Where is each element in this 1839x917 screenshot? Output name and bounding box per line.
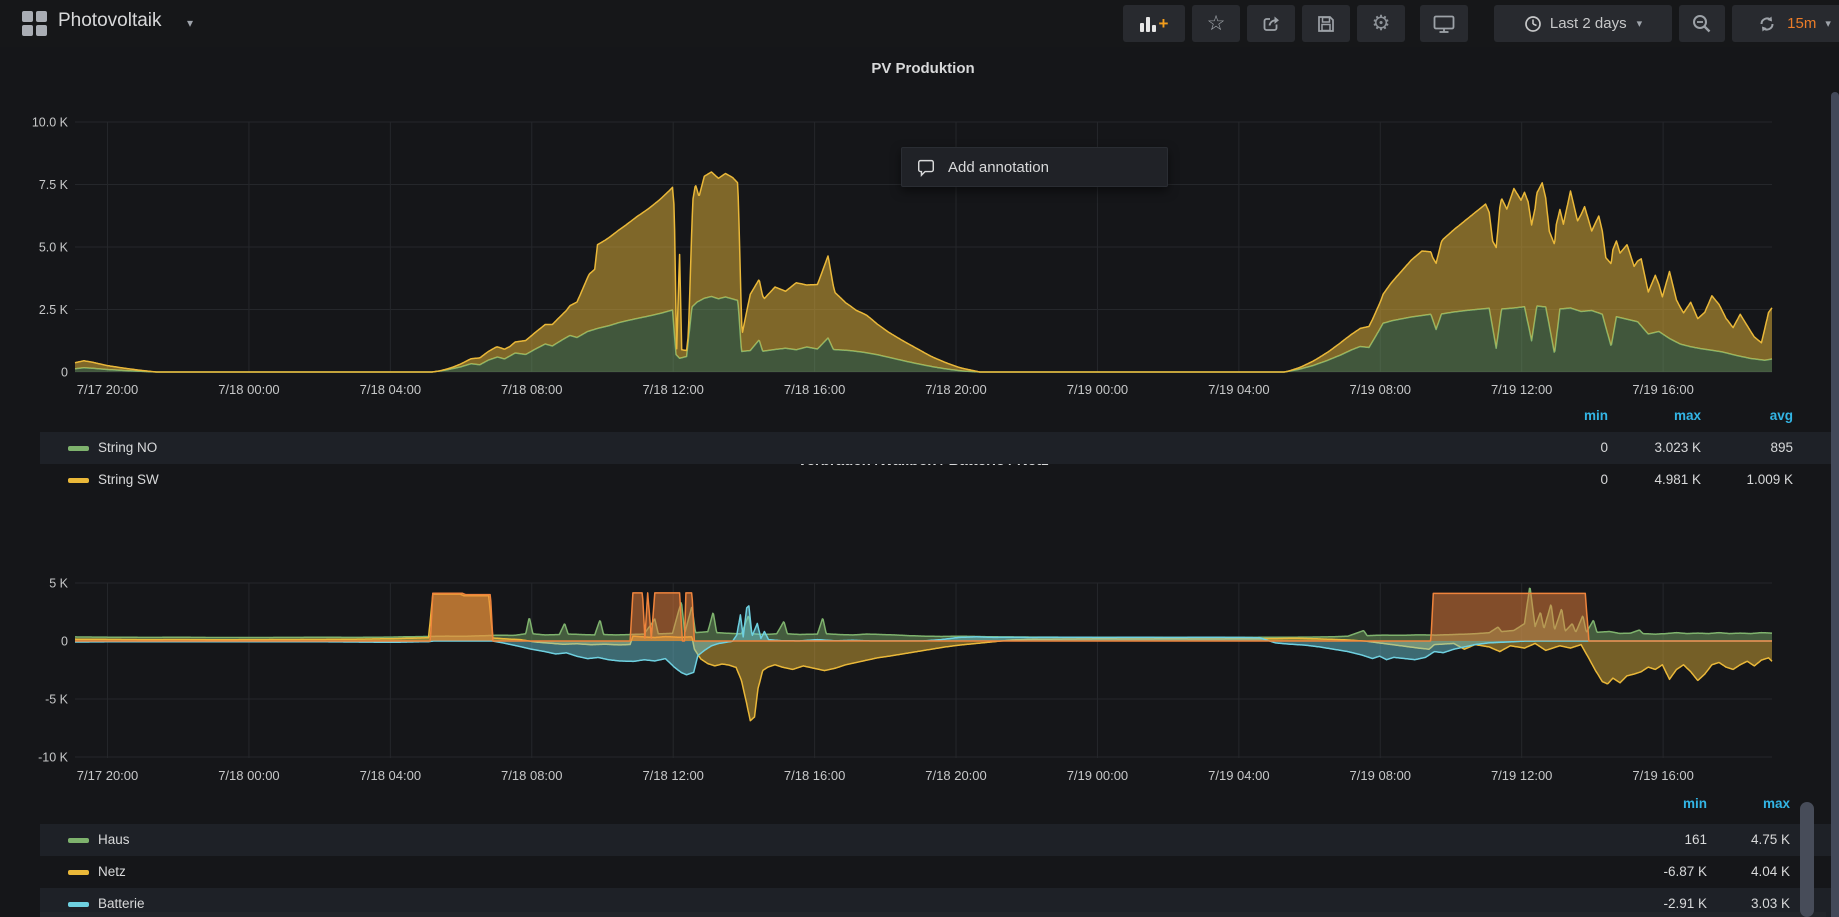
y-tick-label: 5 K	[49, 577, 68, 591]
x-tick-label: 7/19 12:00	[1491, 768, 1552, 783]
y-tick-label: 5.0 K	[39, 241, 69, 255]
y-tick-label: 7.5 K	[39, 178, 69, 192]
x-tick-label: 7/19 00:00	[1067, 768, 1128, 783]
y-tick-label: -10 K	[38, 751, 69, 765]
series-label[interactable]: Haus	[98, 832, 130, 847]
x-tick-label: 7/18 12:00	[642, 768, 703, 783]
legend-header-avg[interactable]: avg	[1673, 408, 1793, 423]
series-color-dash[interactable]	[68, 870, 89, 875]
x-tick-label: 7/19 08:00	[1350, 768, 1411, 783]
x-tick-label: 7/19 16:00	[1632, 768, 1693, 783]
comment-bubble-icon	[916, 157, 936, 177]
series-color-dash[interactable]	[68, 902, 89, 907]
x-tick-label: 7/17 20:00	[77, 768, 138, 783]
legend-pv-produktion: minmaxavgString NO03.023 K895String SW04…	[40, 408, 1832, 500]
series-color-dash[interactable]	[68, 838, 89, 843]
add-annotation-menu-item[interactable]: Add annotation	[901, 147, 1168, 187]
legend-verbrauch: minmaxHaus1614.75 KNetz-6.87 K4.04 KBatt…	[40, 794, 1832, 917]
legend-row-partial	[40, 912, 1826, 917]
x-tick-label: 7/19 12:00	[1491, 382, 1552, 397]
series-color-dash[interactable]	[68, 478, 89, 483]
x-tick-label: 7/19 08:00	[1350, 382, 1411, 397]
x-tick-label: 7/18 08:00	[501, 382, 562, 397]
legend-row-haus[interactable]: Haus1614.75 K	[40, 824, 1832, 856]
x-tick-label: 7/19 16:00	[1632, 382, 1693, 397]
x-tick-label: 7/18 20:00	[925, 768, 986, 783]
legend-header-max[interactable]: max	[1670, 796, 1790, 811]
series-label[interactable]: Batterie	[98, 896, 145, 911]
x-tick-label: 7/18 00:00	[218, 768, 279, 783]
add-annotation-label: Add annotation	[948, 159, 1049, 176]
x-tick-label: 7/19 04:00	[1208, 382, 1269, 397]
x-tick-label: 7/18 20:00	[925, 382, 986, 397]
y-tick-label: 2.5 K	[39, 303, 69, 317]
legend-value: 895	[1673, 440, 1793, 455]
y-tick-label: -5 K	[45, 693, 69, 707]
series-color-dash[interactable]	[68, 446, 89, 451]
legend-row-string-sw[interactable]: String SW04.981 K1.009 K	[40, 464, 1832, 496]
legend-row-string-no[interactable]: String NO03.023 K895	[40, 432, 1832, 464]
y-tick-label: 0	[61, 635, 68, 649]
legend-value: 3.03 K	[1670, 896, 1790, 911]
x-tick-label: 7/18 04:00	[360, 382, 421, 397]
series-label[interactable]: String SW	[98, 472, 159, 487]
x-tick-label: 7/18 16:00	[784, 768, 845, 783]
y-tick-label: 0	[61, 366, 68, 380]
x-tick-label: 7/18 04:00	[360, 768, 421, 783]
legend-row-netz[interactable]: Netz-6.87 K4.04 K	[40, 856, 1832, 888]
legend-value: 4.04 K	[1670, 864, 1790, 879]
series-label[interactable]: Netz	[98, 864, 126, 879]
x-tick-label: 7/17 20:00	[77, 382, 138, 397]
x-tick-label: 7/18 12:00	[642, 382, 703, 397]
y-tick-label: 10.0 K	[32, 116, 69, 130]
series-label[interactable]: String NO	[98, 440, 157, 455]
x-tick-label: 7/19 00:00	[1067, 382, 1128, 397]
x-tick-label: 7/18 00:00	[218, 382, 279, 397]
legend-value: 1.009 K	[1673, 472, 1793, 487]
x-tick-label: 7/18 08:00	[501, 768, 562, 783]
page-scrollbar-thumb[interactable]	[1831, 92, 1839, 917]
series-area-wallbox	[75, 593, 1772, 641]
dashboard-scrollbar-thumb[interactable]	[1800, 802, 1814, 917]
legend-value: 4.75 K	[1670, 832, 1790, 847]
x-tick-label: 7/18 16:00	[784, 382, 845, 397]
x-tick-label: 7/19 04:00	[1208, 768, 1269, 783]
